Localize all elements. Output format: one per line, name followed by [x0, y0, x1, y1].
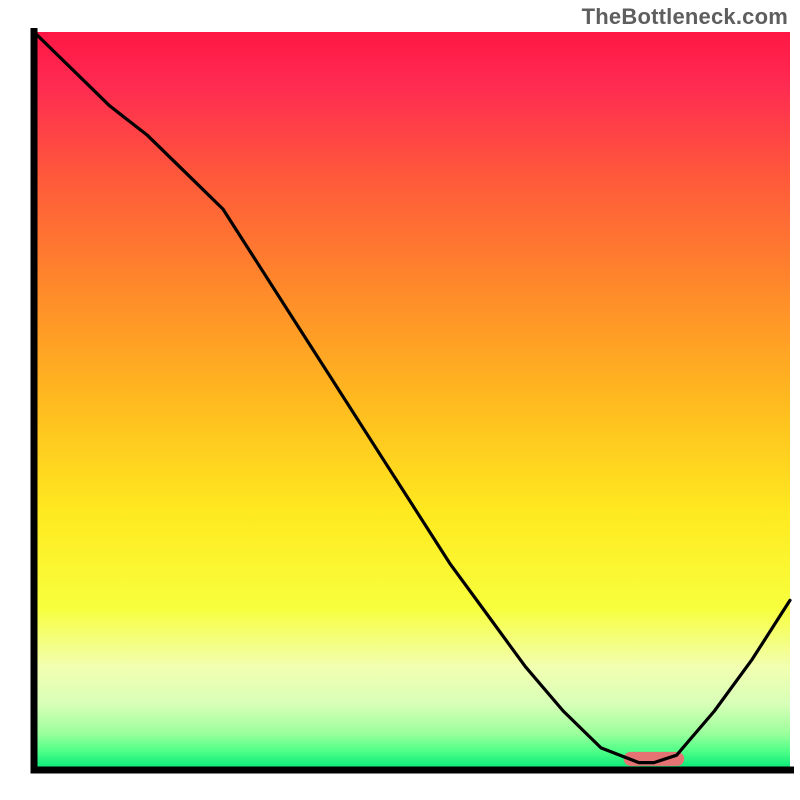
- gradient-background: [34, 32, 790, 770]
- plot-area: [31, 28, 795, 774]
- bottleneck-chart: [0, 0, 800, 800]
- chart-container: TheBottleneck.com: [0, 0, 800, 800]
- watermark-text: TheBottleneck.com: [582, 4, 788, 30]
